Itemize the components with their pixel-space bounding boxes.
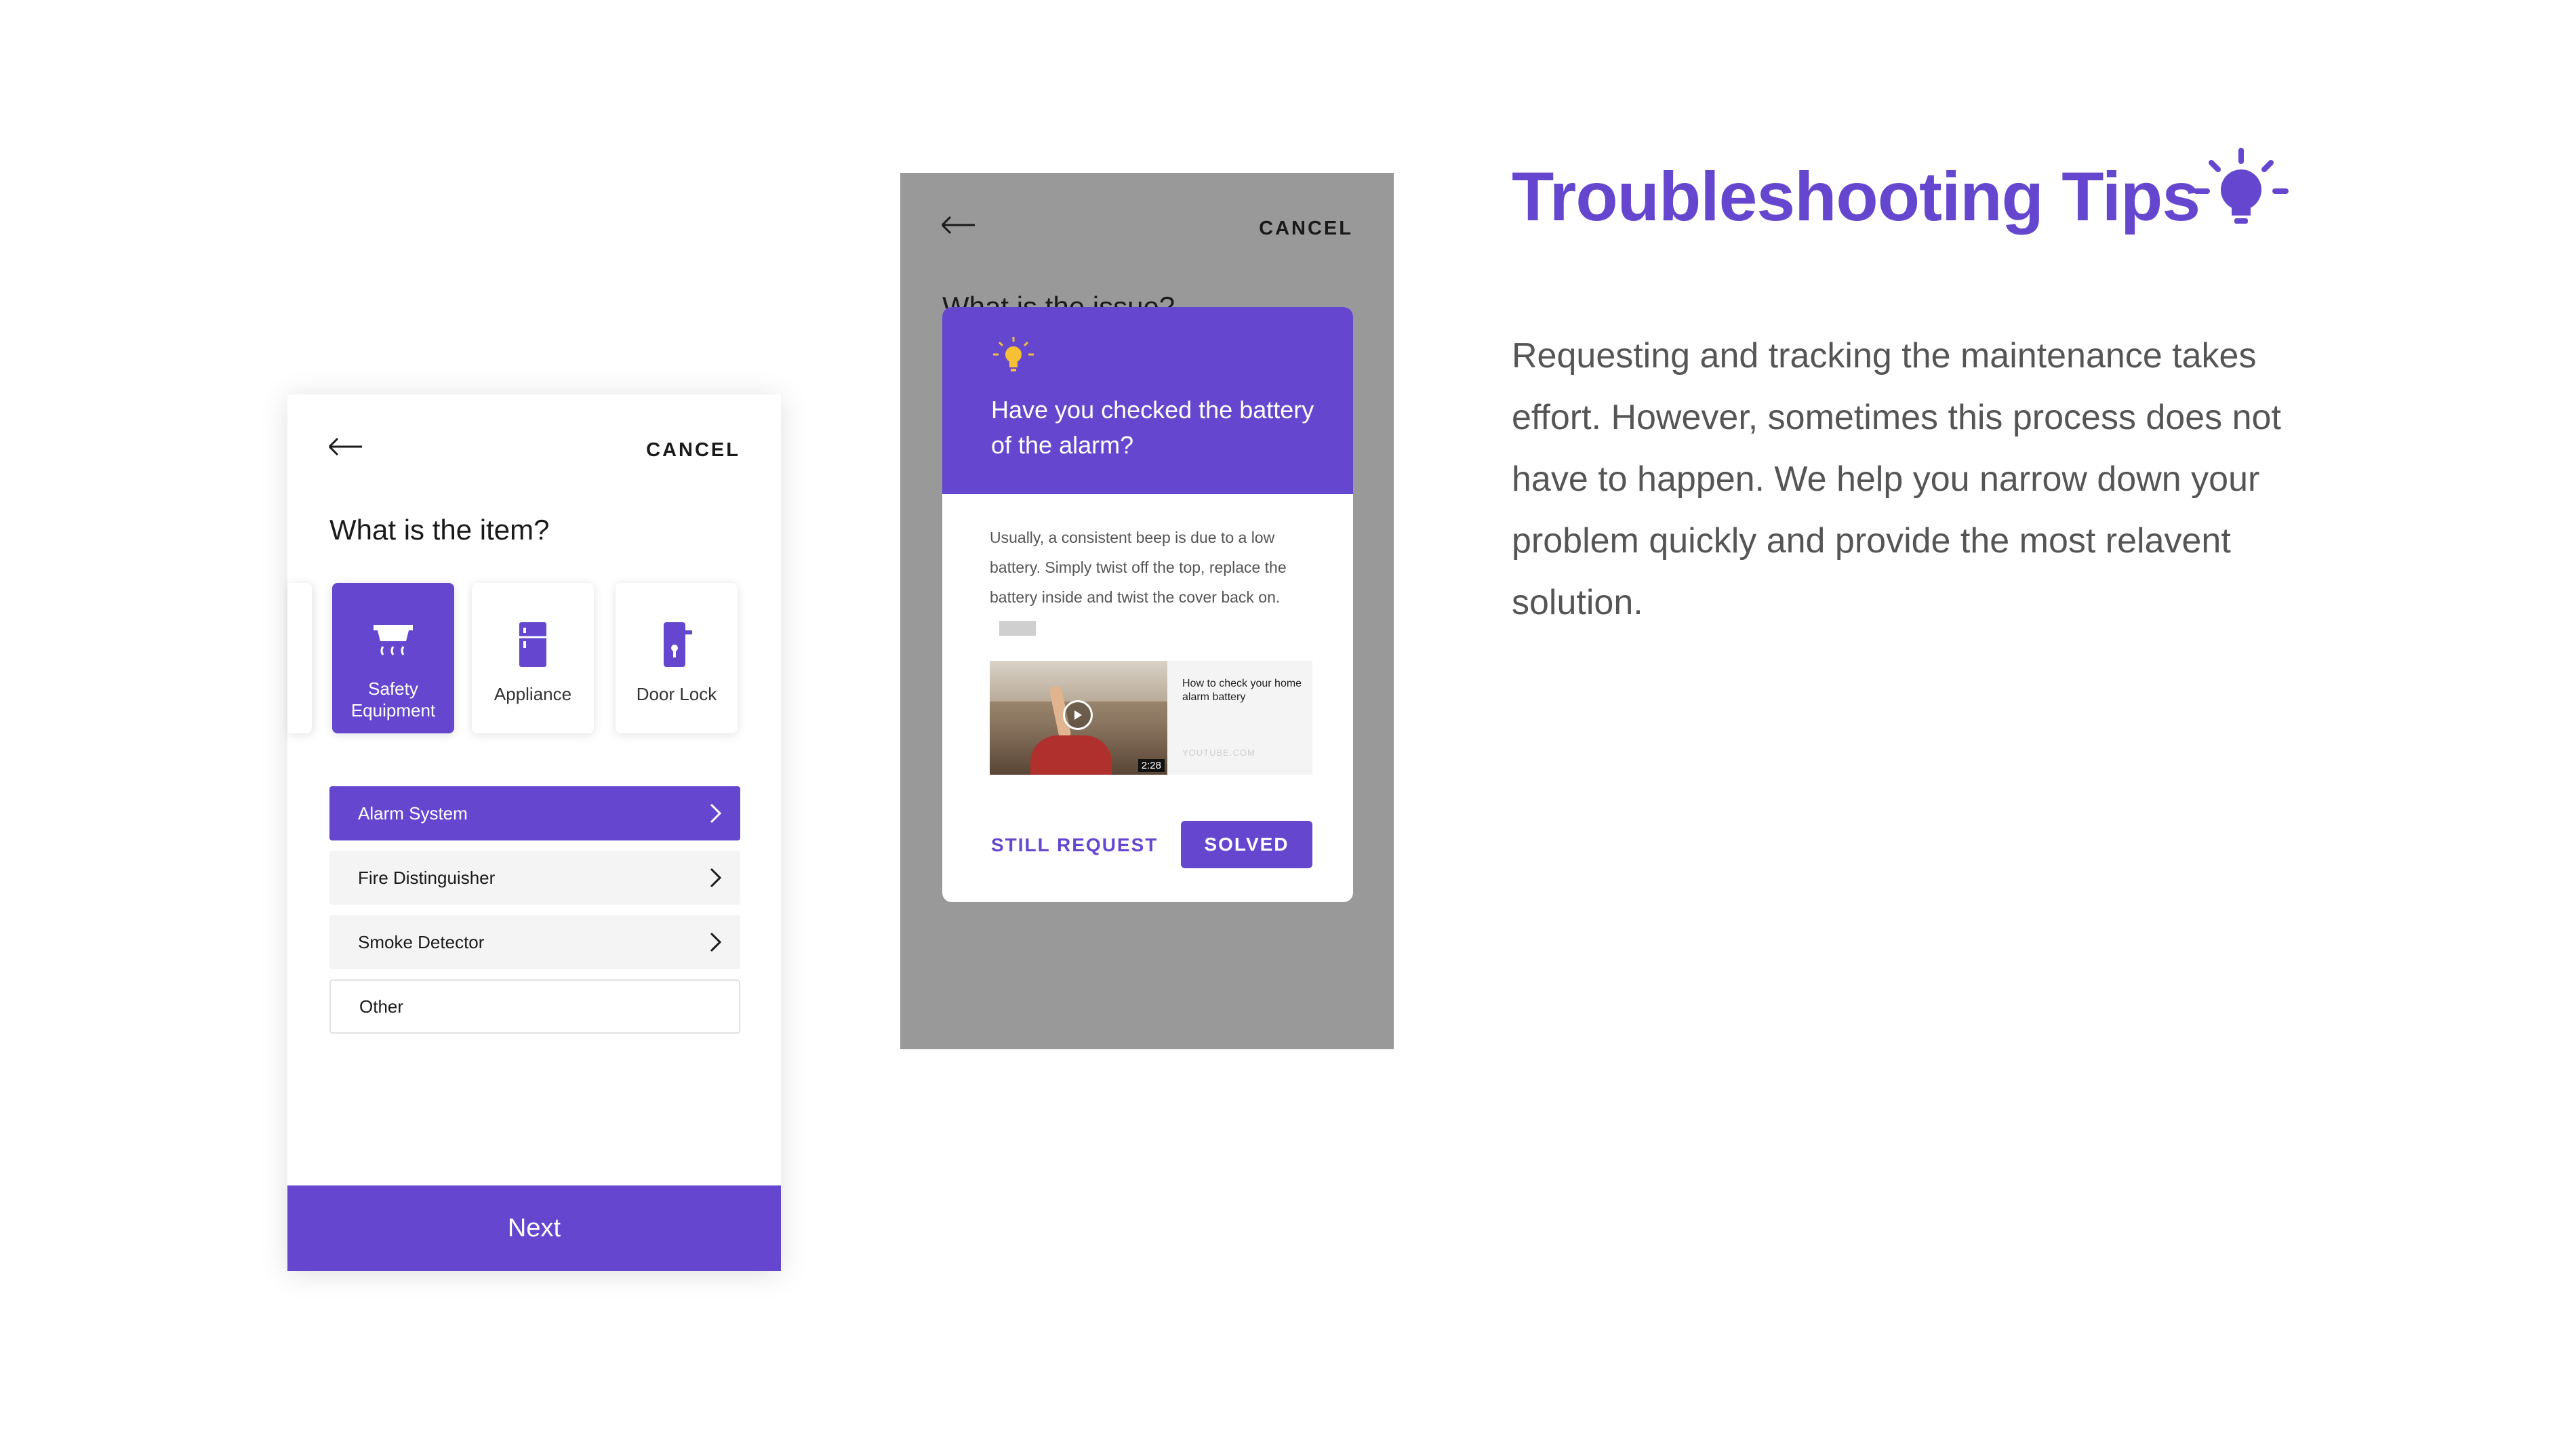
category-label: Door Lock xyxy=(636,684,717,704)
category-appliance[interactable]: Appliance xyxy=(472,583,594,733)
option-alarm-system[interactable]: Alarm System xyxy=(329,786,740,840)
smoke-detector-icon xyxy=(332,621,454,672)
page-title: What is the item? xyxy=(329,514,550,546)
category-card-partial[interactable] xyxy=(287,583,312,733)
category-door-lock[interactable]: Door Lock xyxy=(616,583,738,733)
category-label: Appliance xyxy=(494,684,572,704)
video-title[interactable]: How to check your home alarm battery xyxy=(1182,677,1304,704)
chevron-right-icon xyxy=(709,803,723,829)
play-icon[interactable] xyxy=(1063,700,1093,730)
video-source: YOUTUBE.COM xyxy=(1182,748,1255,758)
lightbulb-icon xyxy=(991,336,1036,381)
category-safety-equipment[interactable]: Safety Equipment xyxy=(332,583,454,733)
option-smoke-detector[interactable]: Smoke Detector xyxy=(329,915,740,969)
item-selection-screen: CANCEL What is the item? Safety Equipmen… xyxy=(287,394,781,1271)
option-label: Other xyxy=(359,996,404,1017)
door-lock-icon xyxy=(616,621,738,672)
option-label: Alarm System xyxy=(358,803,468,824)
section-description: Requesting and tracking the maintenance … xyxy=(1512,336,2281,622)
modal-body-text: Usually, a consistent beep is due to a l… xyxy=(990,529,1287,606)
modal-question: Have you checked the battery of the alar… xyxy=(991,396,1314,459)
option-label: Smoke Detector xyxy=(358,931,485,952)
video-card[interactable]: 2:28 How to check your home alarm batter… xyxy=(990,661,1312,775)
back-arrow-icon[interactable] xyxy=(328,437,363,460)
issue-screen-with-overlay: CANCEL What is the issue? Have you check… xyxy=(900,173,1394,1049)
chevron-right-icon xyxy=(709,867,723,893)
option-label: Fire Distinguisher xyxy=(358,867,496,888)
modal-header: Have you checked the battery of the alar… xyxy=(942,307,1353,494)
troubleshoot-modal: Have you checked the battery of the alar… xyxy=(942,307,1353,902)
section-heading: Troubleshooting Tips xyxy=(1512,158,2200,235)
lightbulb-icon xyxy=(2194,148,2289,246)
fridge-icon xyxy=(472,621,594,672)
option-other[interactable]: Other xyxy=(329,979,740,1034)
cancel-button[interactable]: CANCEL xyxy=(1259,218,1353,240)
video-duration: 2:28 xyxy=(1138,759,1165,772)
next-button[interactable]: Next xyxy=(287,1185,781,1271)
cancel-button[interactable]: CANCEL xyxy=(646,439,740,462)
chevron-right-icon xyxy=(709,931,723,958)
video-thumbnail[interactable]: 2:28 xyxy=(990,661,1167,775)
redacted-placeholder xyxy=(999,620,1036,636)
solved-button[interactable]: SOLVED xyxy=(1181,821,1312,868)
modal-body: Usually, a consistent beep is due to a l… xyxy=(990,523,1310,642)
back-arrow-icon[interactable] xyxy=(941,215,976,239)
still-request-button[interactable]: STILL REQUEST xyxy=(991,834,1158,856)
category-label: Safety Equipment xyxy=(350,678,436,720)
option-fire-distinguisher[interactable]: Fire Distinguisher xyxy=(329,851,740,905)
